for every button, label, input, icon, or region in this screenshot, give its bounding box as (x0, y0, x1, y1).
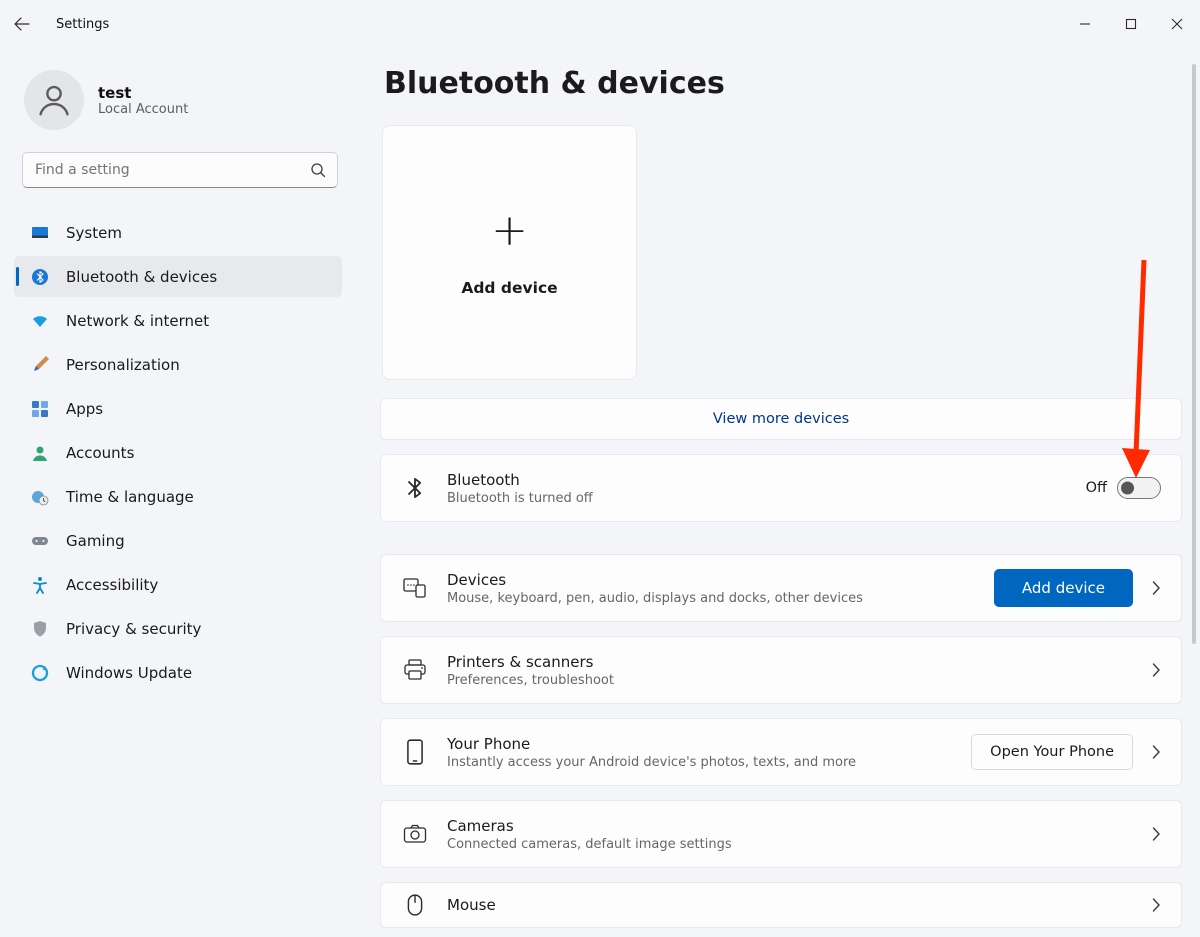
bluetooth-row: Bluetooth Bluetooth is turned off Off (380, 454, 1182, 522)
page-title: Bluetooth & devices (384, 66, 1182, 101)
minimize-button[interactable] (1062, 8, 1108, 40)
maximize-button[interactable] (1108, 8, 1154, 40)
nav-item-apps[interactable]: Apps (14, 388, 342, 429)
nav-label: Windows Update (66, 664, 192, 682)
back-button[interactable] (0, 16, 44, 32)
cameras-subtitle: Connected cameras, default image setting… (447, 837, 1133, 852)
nav-label: Accounts (66, 444, 134, 462)
close-button[interactable] (1154, 8, 1200, 40)
chevron-right-icon (1151, 745, 1161, 759)
nav-item-time[interactable]: Time & language (14, 476, 342, 517)
search-wrapper (22, 152, 338, 188)
account-block[interactable]: test Local Account (18, 56, 342, 152)
mouse-icon (401, 894, 429, 916)
nav-item-accessibility[interactable]: Accessibility (14, 564, 342, 605)
search-icon (310, 162, 326, 178)
clock-globe-icon (30, 487, 50, 507)
add-device-label: Add device (461, 279, 557, 297)
nav-item-system[interactable]: System (14, 212, 342, 253)
display-icon (30, 223, 50, 243)
nav-item-privacy[interactable]: Privacy & security (14, 608, 342, 649)
plus-icon: + (491, 209, 528, 253)
main: Bluetooth & devices + Add device View mo… (380, 48, 1182, 937)
mouse-title: Mouse (447, 896, 1133, 914)
nav-item-update[interactable]: Windows Update (14, 652, 342, 693)
phone-icon (401, 739, 429, 765)
add-device-button[interactable]: Add device (994, 569, 1133, 607)
printers-title: Printers & scanners (447, 653, 1133, 671)
update-icon (30, 663, 50, 683)
bluetooth-toggle[interactable] (1117, 477, 1161, 499)
sidebar: test Local Account System Bluetooth & de… (0, 48, 360, 693)
yourphone-row[interactable]: Your Phone Instantly access your Android… (380, 718, 1182, 786)
wifi-icon (30, 311, 50, 331)
view-more-devices[interactable]: View more devices (380, 398, 1182, 440)
app-title: Settings (44, 17, 109, 32)
nav-label: Time & language (66, 488, 194, 506)
open-your-phone-button[interactable]: Open Your Phone (971, 734, 1133, 770)
devices-icon (401, 577, 429, 599)
nav-item-bluetooth[interactable]: Bluetooth & devices (14, 256, 342, 297)
bluetooth-title: Bluetooth (447, 471, 1068, 489)
bluetooth-subtitle: Bluetooth is turned off (447, 491, 1068, 506)
printers-subtitle: Preferences, troubleshoot (447, 673, 1133, 688)
nav-item-accounts[interactable]: Accounts (14, 432, 342, 473)
yourphone-subtitle: Instantly access your Android device's p… (447, 755, 953, 770)
devices-row[interactable]: Devices Mouse, keyboard, pen, audio, dis… (380, 554, 1182, 622)
gamepad-icon (30, 531, 50, 551)
titlebar: Settings (0, 0, 1200, 48)
chevron-right-icon (1151, 663, 1161, 677)
printer-icon (401, 659, 429, 681)
nav-item-personalization[interactable]: Personalization (14, 344, 342, 385)
mouse-row[interactable]: Mouse (380, 882, 1182, 928)
printers-row[interactable]: Printers & scanners Preferences, trouble… (380, 636, 1182, 704)
nav-label: Gaming (66, 532, 125, 550)
scrollbar-thumb[interactable] (1192, 64, 1196, 644)
chevron-right-icon (1151, 581, 1161, 595)
nav-label: Network & internet (66, 312, 209, 330)
yourphone-title: Your Phone (447, 735, 953, 753)
nav-label: Personalization (66, 356, 180, 374)
devices-title: Devices (447, 571, 976, 589)
cameras-row[interactable]: Cameras Connected cameras, default image… (380, 800, 1182, 868)
bluetooth-glyph-icon (401, 475, 429, 501)
nav-label: Privacy & security (66, 620, 201, 638)
bluetooth-icon (30, 267, 50, 287)
person-icon (30, 443, 50, 463)
window-controls (1062, 8, 1200, 40)
devices-subtitle: Mouse, keyboard, pen, audio, displays an… (447, 591, 976, 606)
add-device-card[interactable]: + Add device (382, 125, 637, 380)
brush-icon (30, 355, 50, 375)
account-name: test (98, 84, 188, 102)
nav-label: System (66, 224, 122, 242)
chevron-right-icon (1151, 827, 1161, 841)
cameras-title: Cameras (447, 817, 1133, 835)
nav-item-network[interactable]: Network & internet (14, 300, 342, 341)
account-subtitle: Local Account (98, 102, 188, 117)
apps-icon (30, 399, 50, 419)
avatar-icon (24, 70, 84, 130)
nav-item-gaming[interactable]: Gaming (14, 520, 342, 561)
nav: System Bluetooth & devices Network & int… (14, 212, 342, 693)
chevron-right-icon (1151, 898, 1161, 912)
nav-label: Apps (66, 400, 103, 418)
search-input[interactable] (22, 152, 338, 188)
view-more-link[interactable]: View more devices (713, 411, 849, 427)
nav-label: Bluetooth & devices (66, 268, 217, 286)
nav-label: Accessibility (66, 576, 158, 594)
camera-icon (401, 824, 429, 844)
accessibility-icon (30, 575, 50, 595)
shield-icon (30, 619, 50, 639)
bluetooth-toggle-label: Off (1086, 480, 1107, 496)
